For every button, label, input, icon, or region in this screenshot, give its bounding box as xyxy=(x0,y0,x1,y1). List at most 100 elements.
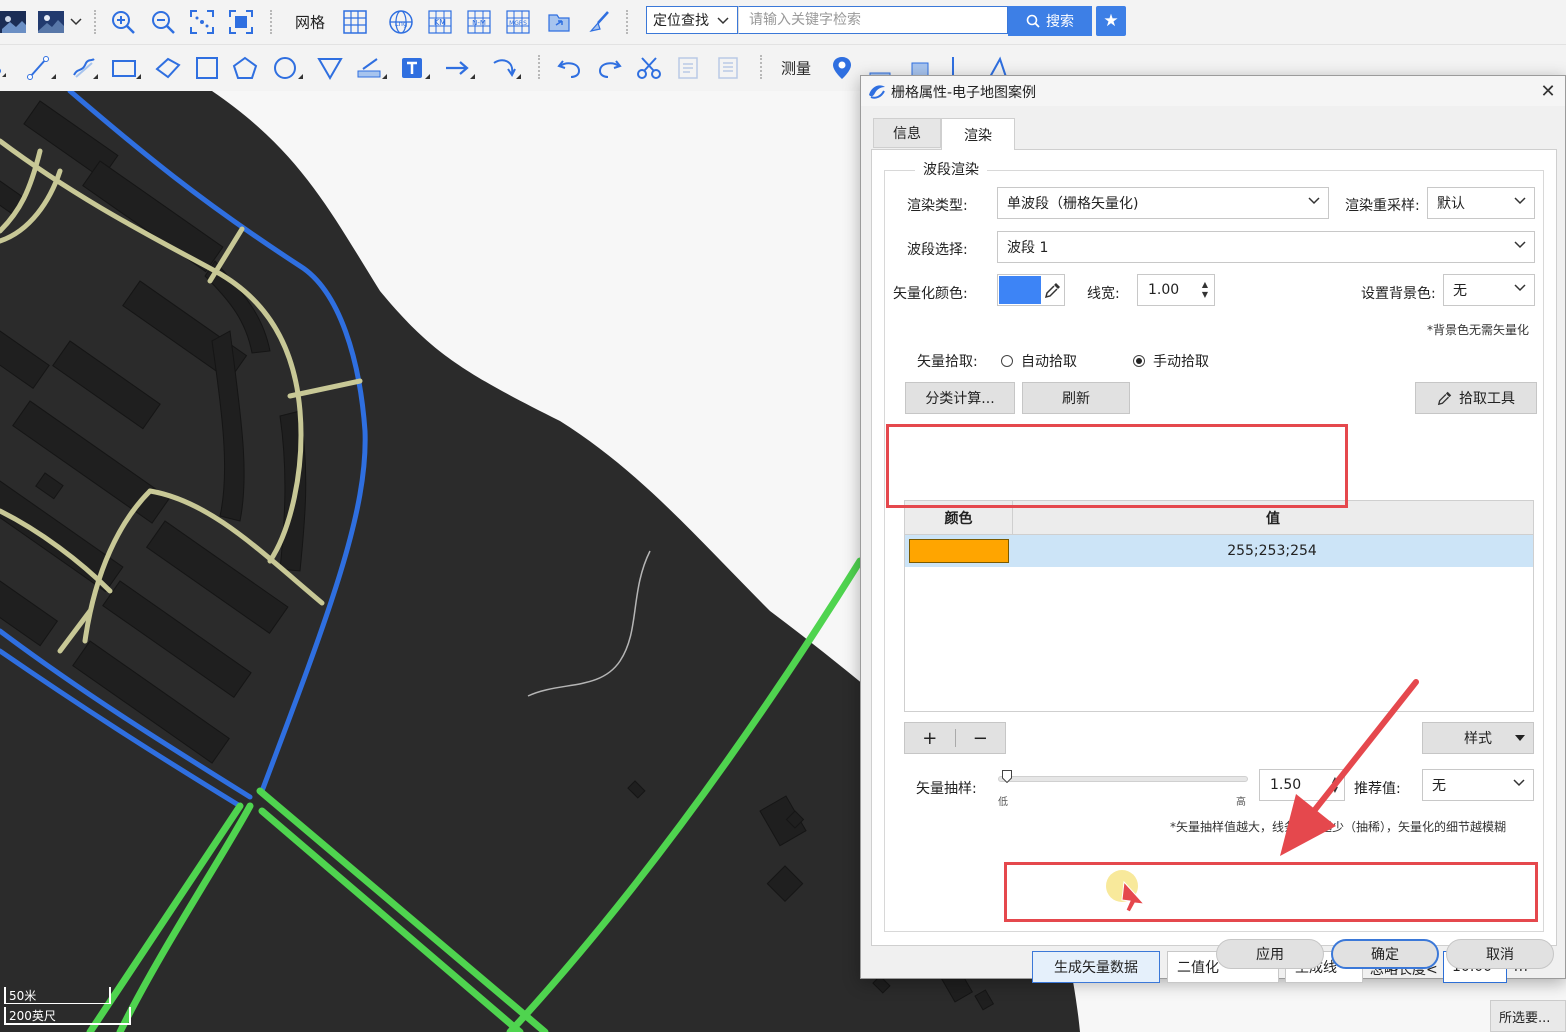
polygon-draw-icon[interactable] xyxy=(154,55,182,81)
arrow-draw-icon[interactable] xyxy=(444,55,476,81)
slider-thumb[interactable] xyxy=(1002,770,1012,783)
cancel-button[interactable]: 取消 xyxy=(1446,939,1554,969)
cut-scissors-icon[interactable] xyxy=(636,55,662,81)
chevron-down-icon xyxy=(1514,197,1526,205)
search-icon xyxy=(1026,14,1040,28)
layer-thumbnail-icon[interactable] xyxy=(0,9,26,35)
tab-render[interactable]: 渲染 xyxy=(941,118,1015,150)
line-draw-icon[interactable] xyxy=(26,55,58,81)
resample-select[interactable]: 默认 xyxy=(1427,187,1535,219)
copy-icon[interactable] xyxy=(675,55,701,81)
vector-pick-label: 矢量拾取: xyxy=(917,354,978,370)
search-mode-label: 定位查找 xyxy=(653,13,709,29)
grid-label[interactable]: 网格 xyxy=(295,12,325,33)
basemap-icon[interactable] xyxy=(38,9,64,35)
circle-draw-icon[interactable] xyxy=(272,55,304,81)
add-remove-group: + − xyxy=(904,722,1006,754)
search-mode-dropdown[interactable]: 定位查找 xyxy=(646,6,738,34)
map-export-icon[interactable] xyxy=(546,9,572,35)
lng-grid-text: Lng xyxy=(395,20,408,28)
bg-color-select[interactable]: 无 xyxy=(1443,274,1535,306)
tab-info[interactable]: 信息 xyxy=(873,118,941,148)
sampling-label: 矢量抽样: xyxy=(916,781,977,797)
refresh-button[interactable]: 刷新 xyxy=(1022,382,1130,414)
nm-grid-icon[interactable]: N-M xyxy=(466,9,492,35)
eyedropper-icon xyxy=(1437,391,1452,406)
bg-color-label: 设置背景色: xyxy=(1361,286,1436,302)
km-grid-text: KM xyxy=(434,18,446,27)
classify-button[interactable]: 分类计算... xyxy=(905,382,1015,414)
pick-auto-label: 自动拾取 xyxy=(1021,354,1077,370)
redo-icon[interactable] xyxy=(596,55,622,81)
render-type-select[interactable]: 单波段（栅格矢量化) xyxy=(997,187,1329,219)
eyedropper-icon[interactable] xyxy=(1044,281,1062,299)
text-draw-icon[interactable] xyxy=(400,55,432,81)
paste-icon[interactable] xyxy=(715,55,741,81)
chevron-down-icon xyxy=(717,17,729,25)
point-draw-icon[interactable] xyxy=(0,55,8,81)
bg-color-value: 无 xyxy=(1453,283,1467,299)
search-input[interactable] xyxy=(738,6,1008,34)
chevron-down-icon xyxy=(1514,241,1526,249)
location-search-bar: 定位查找 搜索 ★ xyxy=(646,6,1126,36)
clear-brush-icon[interactable] xyxy=(586,9,612,35)
pick-manual-radio[interactable]: 手动拾取 xyxy=(1133,351,1209,371)
sampling-high-label: 高 xyxy=(1236,797,1246,808)
sampling-low-label: 低 xyxy=(998,797,1008,808)
chevron-down-icon[interactable] xyxy=(70,18,82,26)
pentagon-draw-icon[interactable] xyxy=(232,55,258,81)
caret-down-icon xyxy=(1515,735,1525,741)
square-draw-icon[interactable] xyxy=(194,55,220,81)
resample-label: 渲染重采样: xyxy=(1345,198,1420,214)
pick-tool-button[interactable]: 拾取工具 xyxy=(1415,382,1537,414)
generate-vector-button[interactable]: 生成矢量数据 xyxy=(1032,951,1160,983)
annotation-arrow xyxy=(1280,679,1419,856)
zoom-extent-icon[interactable] xyxy=(189,9,215,35)
vector-color-label: 矢量化颜色: xyxy=(893,286,968,302)
undo-icon[interactable] xyxy=(557,55,583,81)
measure-label[interactable]: 测量 xyxy=(781,58,811,79)
band-render-title: 波段渲染 xyxy=(915,159,987,179)
recommended-select[interactable]: 无 xyxy=(1422,769,1534,801)
favorite-star-button[interactable]: ★ xyxy=(1096,6,1126,36)
close-icon[interactable]: ✕ xyxy=(1537,80,1559,102)
mgrs-grid-text: MGRS xyxy=(509,20,527,27)
app-logo-icon xyxy=(869,85,885,99)
grid-icon[interactable] xyxy=(342,9,368,35)
style-button[interactable]: 样式 xyxy=(1422,722,1534,754)
zoom-in-icon[interactable] xyxy=(110,9,136,35)
km-grid-icon[interactable]: KM xyxy=(427,9,453,35)
full-extent-icon[interactable] xyxy=(228,9,254,35)
search-button-label: 搜索 xyxy=(1046,14,1074,30)
dialog-titlebar[interactable]: 栅格属性-电子地图案例 ✕ xyxy=(861,76,1565,106)
sampling-slider[interactable] xyxy=(998,776,1248,782)
add-button[interactable]: + xyxy=(905,728,955,749)
mgrs-grid-icon[interactable]: MGRS xyxy=(505,9,531,35)
lng-grid-icon[interactable]: Lng xyxy=(388,9,414,35)
location-pin-icon[interactable] xyxy=(830,55,854,81)
remove-button[interactable]: − xyxy=(955,728,1005,749)
pick-auto-radio[interactable]: 自动拾取 xyxy=(1001,351,1077,371)
line-width-spinner[interactable]: 1.00 ▲ ▼ xyxy=(1137,274,1215,306)
search-button[interactable]: 搜索 xyxy=(1008,6,1092,36)
measure-ruler-icon[interactable] xyxy=(355,55,389,81)
selected-features-button[interactable]: 所选要... xyxy=(1490,1000,1566,1032)
render-type-value: 单波段（栅格矢量化) xyxy=(1007,196,1139,212)
curve-arrow-icon[interactable] xyxy=(490,55,522,81)
zoom-out-icon[interactable] xyxy=(150,9,176,35)
row-value: 255;253;254 xyxy=(1227,543,1317,559)
render-tab-panel: 波段渲染 渲染类型: 单波段（栅格矢量化) 渲染重采样: 默认 波段选择: 波段… xyxy=(871,149,1557,983)
sector-draw-icon[interactable] xyxy=(316,55,344,81)
toolbar-separator xyxy=(760,55,766,79)
table-row[interactable]: 255;253;254 xyxy=(905,535,1533,567)
line-width-value: 1.00 xyxy=(1148,282,1180,298)
apply-button[interactable]: 应用 xyxy=(1216,939,1324,969)
band-select[interactable]: 波段 1 xyxy=(997,231,1535,263)
chevron-down-icon xyxy=(1308,197,1320,205)
freehand-draw-icon[interactable] xyxy=(70,55,100,81)
vector-color-picker[interactable] xyxy=(997,274,1065,306)
spinner-arrows-icon[interactable]: ▲ ▼ xyxy=(1202,280,1208,300)
row-color-swatch[interactable] xyxy=(909,539,1009,563)
ok-button[interactable]: 确定 xyxy=(1331,939,1439,969)
rectangle-draw-icon[interactable] xyxy=(110,55,142,81)
